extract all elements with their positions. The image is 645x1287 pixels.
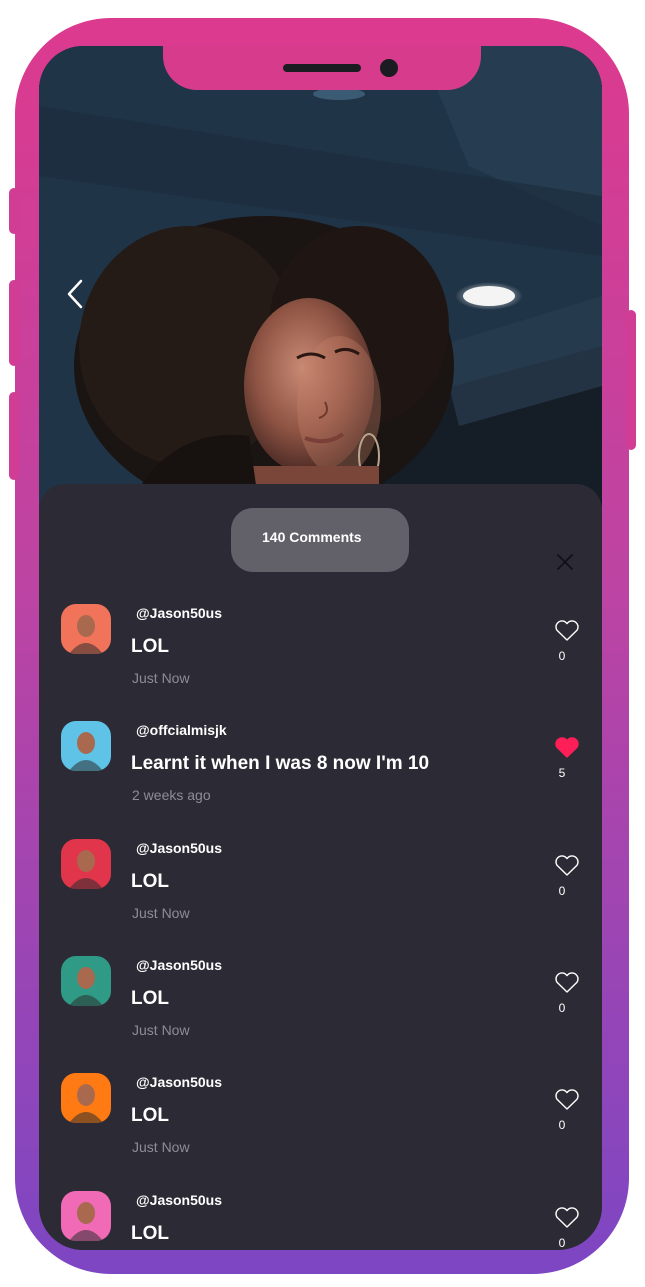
like-count: 0 <box>558 884 566 898</box>
comment-item: @offcialmisjk Learnt it when I was 8 now … <box>39 721 602 831</box>
speaker-grille <box>283 64 361 72</box>
heart-icon <box>555 1089 579 1110</box>
side-button <box>9 188 19 234</box>
comment-username[interactable]: @Jason50us <box>136 957 222 973</box>
comment-timestamp: Just Now <box>132 670 190 686</box>
comment-text: LOL <box>131 1223 169 1244</box>
user-avatar-image <box>61 604 111 654</box>
comment-username[interactable]: @Jason50us <box>136 1074 222 1090</box>
user-avatar-image <box>61 1073 111 1123</box>
heart-icon <box>555 855 579 876</box>
comment-text: LOL <box>131 636 169 657</box>
comment-text: Learnt it when I was 8 now I'm 10 <box>131 753 430 774</box>
chevron-left-icon <box>67 279 83 309</box>
portrait-image <box>39 46 602 506</box>
comments-sheet: 140 Comments @Jason50us LOL Just Now 0 @offc… <box>39 484 602 1250</box>
heart-icon <box>555 620 579 641</box>
avatar[interactable] <box>61 721 111 771</box>
avatar[interactable] <box>61 839 111 889</box>
comment-username[interactable]: @Jason50us <box>136 1192 222 1208</box>
front-camera <box>380 59 398 77</box>
comment-text: LOL <box>131 988 169 1009</box>
phone-screen: 140 Comments @Jason50us LOL Just Now 0 @offc… <box>39 46 602 1250</box>
comment-username[interactable]: @offcialmisjk <box>136 722 227 738</box>
comment-username[interactable]: @Jason50us <box>136 840 222 856</box>
user-avatar-image <box>61 956 111 1006</box>
comment-timestamp: Just Now <box>132 1139 190 1155</box>
like-button[interactable] <box>554 735 580 759</box>
avatar[interactable] <box>61 1191 111 1241</box>
close-button[interactable] <box>555 552 575 572</box>
volume-down-button <box>9 392 19 480</box>
comment-text: LOL <box>131 1105 169 1126</box>
heart-filled-icon <box>555 737 579 758</box>
like-count: 0 <box>558 1118 566 1132</box>
avatar[interactable] <box>61 956 111 1006</box>
comment-text: LOL <box>131 871 169 892</box>
video-photo <box>39 46 602 506</box>
like-button[interactable] <box>554 1087 580 1111</box>
like-count: 0 <box>558 649 566 663</box>
comment-item: @Jason50us LOL Just Now 0 <box>39 956 602 1066</box>
comment-timestamp: 2 weeks ago <box>132 787 211 803</box>
comment-timestamp: Just Now <box>132 1022 190 1038</box>
comment-item: @Jason50us LOL Just Now 0 <box>39 1073 602 1183</box>
comment-item: @Jason50us LOL Just Now 0 <box>39 839 602 949</box>
power-button <box>626 310 636 450</box>
back-button[interactable] <box>61 278 89 310</box>
comment-count-label[interactable]: 140 Comments <box>231 508 409 572</box>
user-avatar-image <box>61 1191 111 1241</box>
like-button[interactable] <box>554 970 580 994</box>
like-button[interactable] <box>554 618 580 642</box>
comment-timestamp: Just Now <box>132 905 190 921</box>
avatar[interactable] <box>61 604 111 654</box>
comment-username[interactable]: @Jason50us <box>136 605 222 621</box>
like-count: 5 <box>558 766 566 780</box>
comment-item: @Jason50us LOL Just Now 0 <box>39 604 602 714</box>
heart-icon <box>555 1207 579 1228</box>
volume-up-button <box>9 280 19 366</box>
like-count: 0 <box>558 1236 566 1250</box>
comment-item: @Jason50us LOL 0 <box>39 1191 602 1250</box>
like-count: 0 <box>558 1001 566 1015</box>
heart-icon <box>555 972 579 993</box>
user-avatar-image <box>61 839 111 889</box>
like-button[interactable] <box>554 853 580 877</box>
phone-notch <box>163 46 481 90</box>
avatar[interactable] <box>61 1073 111 1123</box>
close-icon <box>557 554 573 570</box>
user-avatar-image <box>61 721 111 771</box>
like-button[interactable] <box>554 1205 580 1229</box>
